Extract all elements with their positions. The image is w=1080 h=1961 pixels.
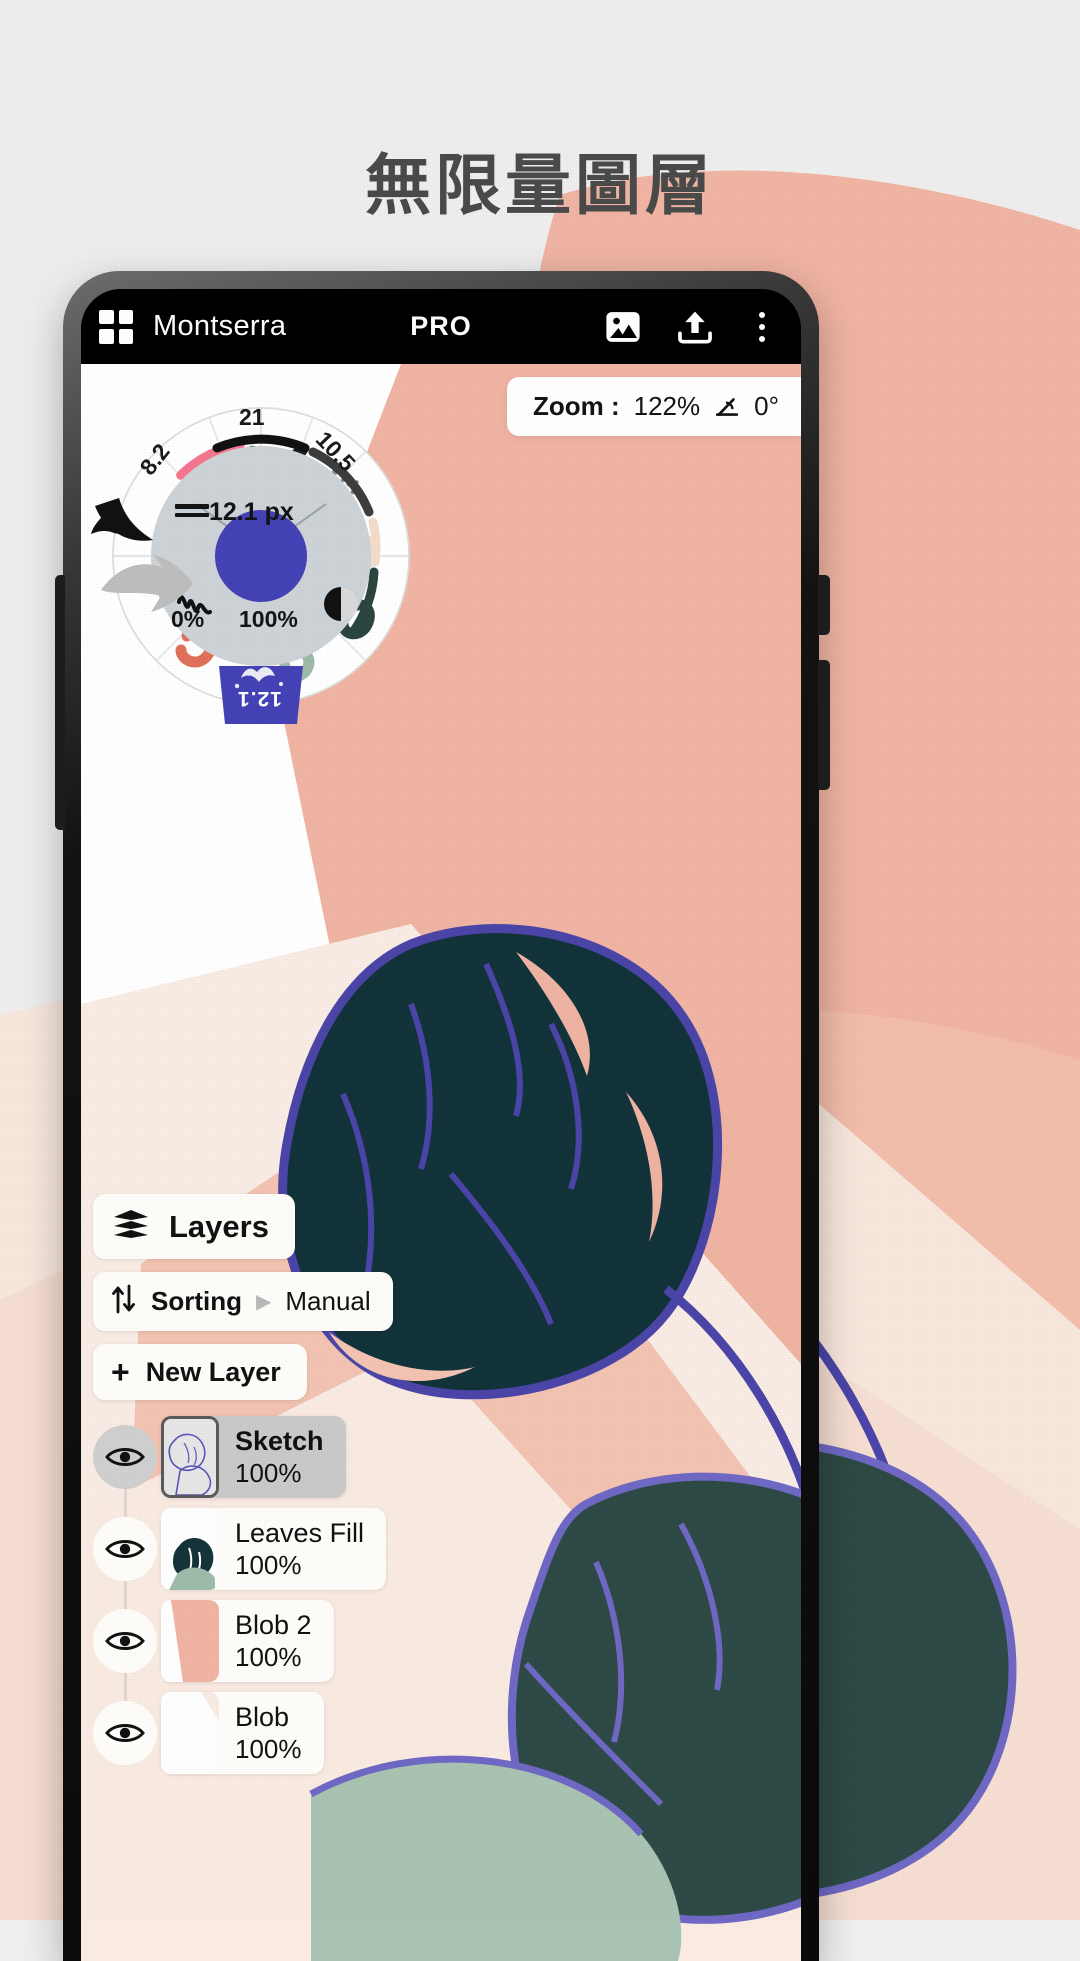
layer-name: Blob (235, 1702, 290, 1733)
opacity-max-label: 100% (239, 606, 298, 632)
layer-name: Blob 2 (235, 1610, 312, 1641)
brush-wheel-graphic[interactable] (91, 386, 431, 726)
layer-thumbnail (161, 1416, 219, 1498)
app-title: Montserra (153, 310, 287, 342)
phone-volume-button-right (818, 660, 830, 790)
radial-brush-menu[interactable]: 8.2 21 10.5 12.1 px 0% 100% 12.1 (91, 386, 431, 726)
eye-icon[interactable] (93, 1701, 157, 1765)
eye-icon[interactable] (93, 1517, 157, 1581)
sorting-value: Manual (285, 1286, 371, 1316)
sort-arrows-icon (111, 1284, 137, 1319)
layers-header-button[interactable]: Layers (93, 1194, 295, 1259)
zoom-value: 122% (633, 391, 701, 421)
drawing-canvas[interactable]: Zoom : 122% 0° 8.2 21 10.5 12.1 px 0% 10… (81, 364, 801, 1961)
grid-menu-icon[interactable] (99, 309, 133, 344)
zoom-label: Zoom : (532, 391, 620, 421)
chevron-right-icon: ▶ (256, 1291, 272, 1313)
phone-power-button (818, 575, 830, 635)
layer-thumbnail (161, 1692, 219, 1774)
table-row[interactable]: Blob 100% (93, 1692, 423, 1774)
upload-icon[interactable] (673, 305, 717, 349)
layer-opacity: 100% (235, 1549, 302, 1580)
eye-icon[interactable] (93, 1609, 157, 1673)
table-row[interactable]: Blob 2 100% (93, 1600, 423, 1682)
plus-icon: + (111, 1354, 130, 1390)
angle-icon (714, 394, 740, 420)
page-title: 無限量圖層 (365, 147, 715, 224)
layer-thumbnail (161, 1508, 219, 1590)
table-row[interactable]: Sketch 100% (93, 1416, 423, 1498)
slider-value-label: 12.1 (237, 687, 282, 710)
layer-opacity: 100% (235, 1457, 302, 1488)
layer-list: Sketch 100% Leaves Fill 100% Blob 2 100%… (93, 1416, 423, 1774)
image-icon[interactable] (601, 305, 645, 349)
kebab-icon[interactable] (745, 311, 779, 342)
sorting-label: Sorting (151, 1286, 242, 1316)
new-layer-button[interactable]: + New Layer (93, 1344, 307, 1400)
zoom-readout-panel[interactable]: Zoom : 122% 0° (506, 377, 801, 436)
layer-card[interactable]: Blob 100% (161, 1692, 324, 1774)
phone-screen: Montserra PRO Zoom: 122% 0° 8.2 21 10.5… (81, 289, 801, 1961)
opacity-min-label: 0% (171, 606, 205, 632)
phone-volume-button-left (55, 575, 65, 830)
layer-name: Sketch (235, 1426, 324, 1457)
layers-stack-icon (111, 1208, 151, 1245)
eye-icon[interactable] (93, 1425, 157, 1489)
pro-badge: PRO (410, 311, 472, 341)
layer-card[interactable]: Leaves Fill 100% (161, 1508, 387, 1590)
layer-opacity: 100% (235, 1733, 302, 1764)
layer-opacity: 100% (235, 1641, 302, 1672)
brush-label-2: 21 (239, 404, 265, 430)
brush-size-value: 12.1 px (209, 498, 294, 526)
angle-value: 0° (754, 391, 779, 421)
phone-mockup: Montserra PRO Zoom: 122% 0° 8.2 21 10.5… (63, 271, 819, 1961)
layers-header-label: Layers (169, 1208, 269, 1244)
layer-card[interactable]: Blob 2 100% (161, 1600, 334, 1682)
table-row[interactable]: Leaves Fill 100% (93, 1508, 423, 1590)
layers-panel: Layers Sorting ▶ Manual + New Layer Sket… (93, 1194, 423, 1784)
new-layer-label: New Layer (145, 1356, 281, 1387)
sorting-row[interactable]: Sorting ▶ Manual (93, 1272, 393, 1331)
layer-card[interactable]: Sketch 100% (161, 1416, 346, 1498)
layer-thumbnail (161, 1600, 219, 1682)
app-bar: Montserra PRO (81, 289, 801, 364)
size-lines-icon (175, 502, 209, 520)
layer-name: Leaves Fill (235, 1518, 365, 1549)
